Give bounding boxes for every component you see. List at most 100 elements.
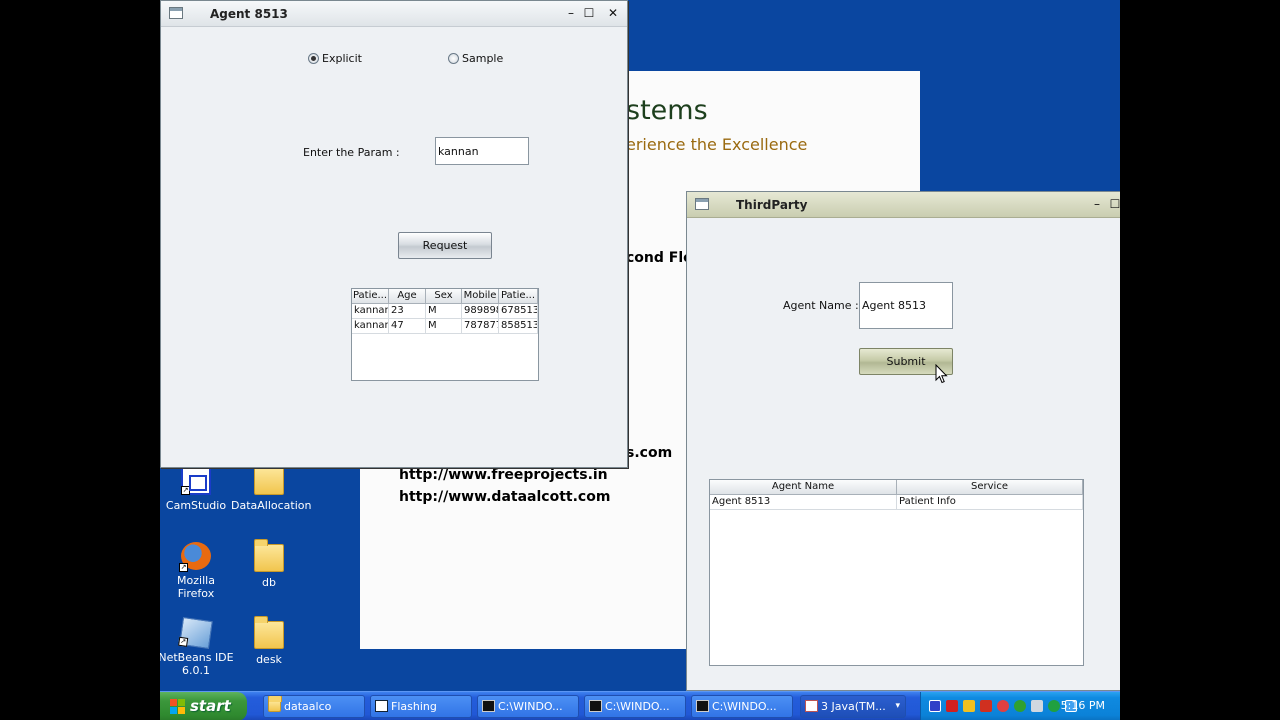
table-cell: 858513 (499, 319, 538, 334)
tray-alert-icon[interactable] (997, 700, 1009, 712)
app-icon (375, 700, 388, 712)
param-input[interactable]: kannan (435, 137, 529, 165)
desktop-icon-label: DataAllocation (231, 499, 312, 512)
column-header[interactable]: Service (897, 480, 1083, 495)
radio-sample-label: Sample (462, 52, 504, 65)
desktop-icon-label: db (262, 576, 276, 589)
task-label: C:\WINDO... (712, 700, 777, 713)
table-header: Patie... Age Sex Mobile Patie... (352, 289, 538, 304)
desktop-icon-dataallocation[interactable]: DataAllocation (231, 462, 312, 512)
camstudio-icon: ↗ (181, 467, 211, 495)
doc-website-1: http://www.freeprojects.in (399, 467, 608, 483)
folder-icon (268, 696, 282, 712)
table-row[interactable]: Agent 8513 Patient Info (710, 495, 1083, 510)
desktop-icon-label: NetBeans IDE 6.0.1 (160, 651, 234, 677)
desktop-icon-camstudio[interactable]: ↗ CamStudio (160, 467, 234, 512)
folder-icon (254, 462, 284, 495)
java-icon (805, 700, 818, 712)
windows-flag-icon (170, 699, 185, 714)
task-cmd-3[interactable]: C:\WINDO... (691, 695, 793, 718)
firefox-icon: ↗ (179, 542, 211, 572)
tray-network-icon[interactable] (980, 700, 992, 712)
table-cell: kannan (352, 319, 389, 334)
agent-name-input[interactable]: Agent 8513 (859, 282, 953, 329)
tray-security-icon[interactable] (963, 700, 975, 712)
table-row[interactable]: kannan 23 M 989898 678513 (352, 304, 538, 319)
desktop-icon-label: Mozilla Firefox (177, 574, 215, 600)
tray-app-icon[interactable] (929, 700, 941, 712)
doc-heading: stems (626, 95, 708, 126)
desktop-icon-label: CamStudio (165, 499, 227, 512)
task-cmd-2[interactable]: C:\WINDO... (584, 695, 686, 718)
close-icon[interactable]: ✕ (605, 5, 621, 21)
minimize-icon[interactable]: – (1089, 196, 1105, 212)
table-cell: M (426, 304, 462, 319)
start-label: start (190, 697, 231, 715)
radio-dot-selected[interactable] (308, 53, 319, 64)
table-cell: 23 (389, 304, 426, 319)
table-cell: Agent 8513 (710, 495, 897, 510)
task-label: C:\WINDO... (605, 700, 670, 713)
taskbar: start dataalco Flashing C:\WINDO... C:\W… (160, 691, 1120, 720)
column-header[interactable]: Age (389, 289, 426, 304)
doc-address-line: cond Flo (626, 250, 693, 266)
table-cell: 989898 (462, 304, 499, 319)
window-app-icon (695, 198, 709, 210)
task-label: Flashing (391, 700, 437, 713)
desktop-icon-netbeans[interactable]: ↗ NetBeans IDE 6.0.1 (160, 617, 234, 677)
maximize-icon[interactable]: ☐ (1107, 196, 1120, 212)
desktop-icon-firefox[interactable]: ↗ Mozilla Firefox (160, 542, 234, 600)
window-app-icon (169, 7, 183, 19)
thirdparty-window-body: Agent Name : Agent 8513 Submit Agent Nam… (687, 219, 1120, 690)
cmd-icon (482, 700, 495, 712)
table-cell: M (426, 319, 462, 334)
folder-icon (254, 539, 284, 572)
column-header[interactable]: Sex (426, 289, 462, 304)
column-header[interactable]: Mobile (462, 289, 499, 304)
task-label: C:\WINDO... (498, 700, 563, 713)
task-cmd-1[interactable]: C:\WINDO... (477, 695, 579, 718)
table-row[interactable]: kannan 47 M 787877 858513 (352, 319, 538, 334)
desktop-icon-desk[interactable]: desk (231, 616, 307, 666)
minimize-icon[interactable]: – (563, 5, 579, 21)
thirdparty-window: ThirdParty – ☐ Agent Name : Agent 8513 S… (686, 191, 1120, 691)
clock[interactable]: 5:16 PM (1061, 692, 1105, 720)
system-tray: 5:16 PM (920, 692, 1120, 720)
netbeans-icon: ↗ (178, 617, 213, 649)
cmd-icon (696, 700, 709, 712)
task-label: 3 Java(TM... (821, 700, 886, 713)
desktop-icon-label: desk (256, 653, 282, 666)
chevron-down-icon: ▾ (895, 701, 900, 711)
agent-window-titlebar[interactable]: Agent 8513 – ☐ ✕ (161, 1, 627, 27)
table-cell: Patient Info (897, 495, 1083, 510)
thirdparty-window-title: ThirdParty (736, 198, 808, 212)
table-cell: kannan (352, 304, 389, 319)
tray-sync-icon[interactable] (1048, 700, 1060, 712)
radio-dot[interactable] (448, 53, 459, 64)
radio-explicit-label: Explicit (322, 52, 362, 65)
folder-icon (254, 616, 284, 649)
doc-website-2: http://www.dataalcott.com (399, 489, 611, 505)
maximize-icon[interactable]: ☐ (581, 5, 597, 21)
task-dataalco[interactable]: dataalco (263, 695, 365, 718)
tray-shield-icon[interactable] (946, 700, 958, 712)
radio-sample[interactable]: Sample (448, 52, 503, 65)
task-flashing[interactable]: Flashing (370, 695, 472, 718)
column-header[interactable]: Agent Name (710, 480, 897, 495)
request-button[interactable]: Request (398, 232, 492, 259)
tray-update-icon[interactable] (1014, 700, 1026, 712)
cmd-icon (589, 700, 602, 712)
start-button[interactable]: start (160, 692, 247, 720)
doc-tagline: erience the Excellence (626, 135, 808, 154)
thirdparty-window-titlebar[interactable]: ThirdParty – ☐ (687, 192, 1120, 218)
task-java-group[interactable]: 3 Java(TM... ▾ (800, 695, 906, 718)
agent-window: Agent 8513 – ☐ ✕ Explicit Sample Enter t… (160, 0, 628, 468)
table-cell: 47 (389, 319, 426, 334)
desktop-icon-db[interactable]: db (231, 539, 307, 589)
patient-table: Patie... Age Sex Mobile Patie... kannan … (351, 288, 539, 381)
column-header[interactable]: Patie... (352, 289, 389, 304)
column-header[interactable]: Patie... (499, 289, 538, 304)
radio-explicit[interactable]: Explicit (308, 52, 362, 65)
tray-volume-icon[interactable] (1031, 700, 1043, 712)
agent-window-title: Agent 8513 (210, 7, 288, 21)
